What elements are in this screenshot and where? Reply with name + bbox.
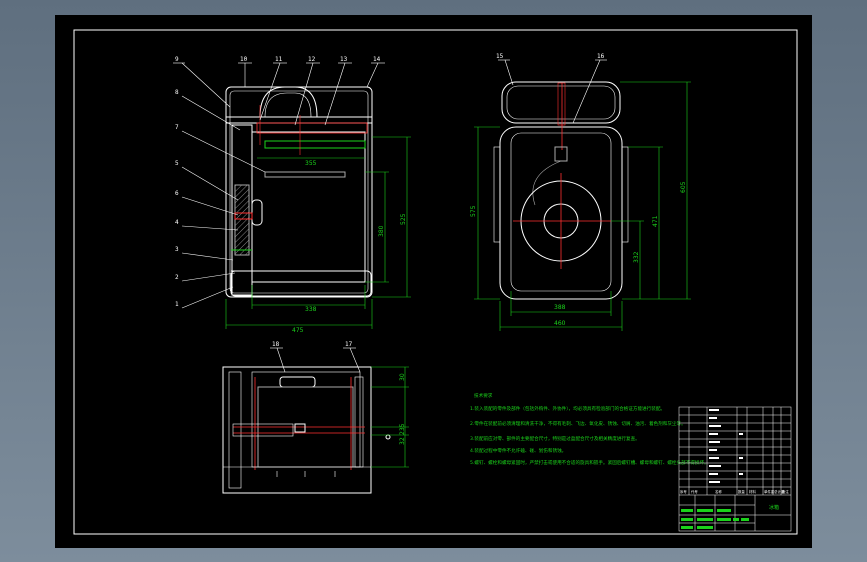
side-leaders [498,59,607,124]
front-insulation-hatch [234,184,250,256]
title-block [678,406,792,532]
leader-7: 7 [175,124,179,131]
dim-front-height-outer: 525 [400,213,407,225]
dim-front-inner: 338 [305,306,317,313]
note-line-4: 4.装配过程中零件不允许磕、碰、划伤和锈蚀。 [470,447,566,454]
leader-14: 14 [373,56,381,63]
tb-header-7: 备注 [782,489,789,494]
tb-header-4: 材料 [749,489,756,494]
dim-front-width: 475 [292,327,304,334]
tb-header-1: 代号 [691,489,698,494]
dim-side-mid: 471 [652,215,659,227]
note-line-5: 5.螺钉、螺栓和螺母紧固时，严禁打击或使用不合适的旋具和扳手。紧固后螺钉槽、螺母… [470,459,709,466]
dim-plan-c: 32 [399,437,406,445]
leader-13: 13 [340,56,348,63]
leader-1: 1 [175,301,179,308]
dim-side-height-left: 575 [470,205,477,217]
plan-leader-labels: 18 17 [272,341,353,348]
dim-front-height-inner: 380 [378,225,385,237]
leader-16: 16 [597,53,605,60]
side-dim-labels: 575 605 471 332 388 460 [470,181,687,327]
notes-heading: 技术要求 [474,392,493,399]
front-dim-labels: 475 338 355 380 525 [292,160,407,334]
drawing-sheet: 9 8 7 5 6 4 3 2 1 10 11 12 13 14 475 338… [55,15,812,548]
plan-view [222,366,391,494]
drawing-border [73,29,798,535]
leader-5: 5 [175,160,179,167]
note-line-2: 2.零件在装配前必须清理和清洗干净，不得有毛刺、飞边、氧化皮、锈蚀、切屑、油污、… [470,420,686,427]
plan-leaders [270,347,361,373]
leader-18: 18 [272,341,280,348]
tb-header-2: 名称 [715,489,722,494]
leader-10: 10 [240,56,248,63]
dim-plan-b: 235 [399,423,406,435]
leader-15: 15 [496,53,504,60]
front-inner-cavity [251,131,366,283]
leader-12: 12 [308,56,316,63]
dim-side-width: 460 [554,320,566,327]
dim-side-width-inner: 388 [554,304,566,311]
leader-6: 6 [175,190,179,197]
tb-header-0: 序号 [680,489,687,494]
leader-4: 4 [175,219,179,226]
dim-plan-a: 30 [399,373,406,381]
leader-3: 3 [175,246,179,253]
dim-side-height-right: 605 [680,181,687,193]
side-lid [501,81,621,124]
title-block-drawing-name: 冰箱 [769,504,779,511]
dim-side-low: 332 [633,251,640,263]
plan-outer [222,366,372,494]
plan-dimensions [371,366,409,468]
title-block-headers: 序号 代号 名称 数量 材料 单件重 总计重 备注 [680,489,789,494]
dim-front-top: 355 [305,160,317,167]
title-block-rows [709,409,743,483]
leader-17: 17 [345,341,353,348]
note-line-1: 1.装入装配的零件及部件（包括外购件、外协件），均必须具有检验部门的合格证方能进… [470,405,665,412]
front-leader-labels: 9 8 7 5 6 4 3 2 1 10 11 12 13 14 [175,56,381,308]
technical-notes: 技术要求 1.装入装配的零件及部件（包括外购件、外协件），均必须具有检验部门的合… [470,392,709,466]
leader-8: 8 [175,89,179,96]
leader-9: 9 [175,56,179,63]
note-line-3: 3.装配前应对零、部件的主要配合尺寸，特别是过盈配合尺寸及相关精度进行复查。 [470,435,640,442]
leader-2: 2 [175,274,179,281]
leader-11: 11 [275,56,283,63]
side-view [493,81,629,300]
tb-header-3: 数量 [738,489,745,494]
front-section-view [225,86,373,298]
cad-drawing: 9 8 7 5 6 4 3 2 1 10 11 12 13 14 475 338… [73,29,798,535]
side-leader-labels: 15 16 [496,53,605,60]
